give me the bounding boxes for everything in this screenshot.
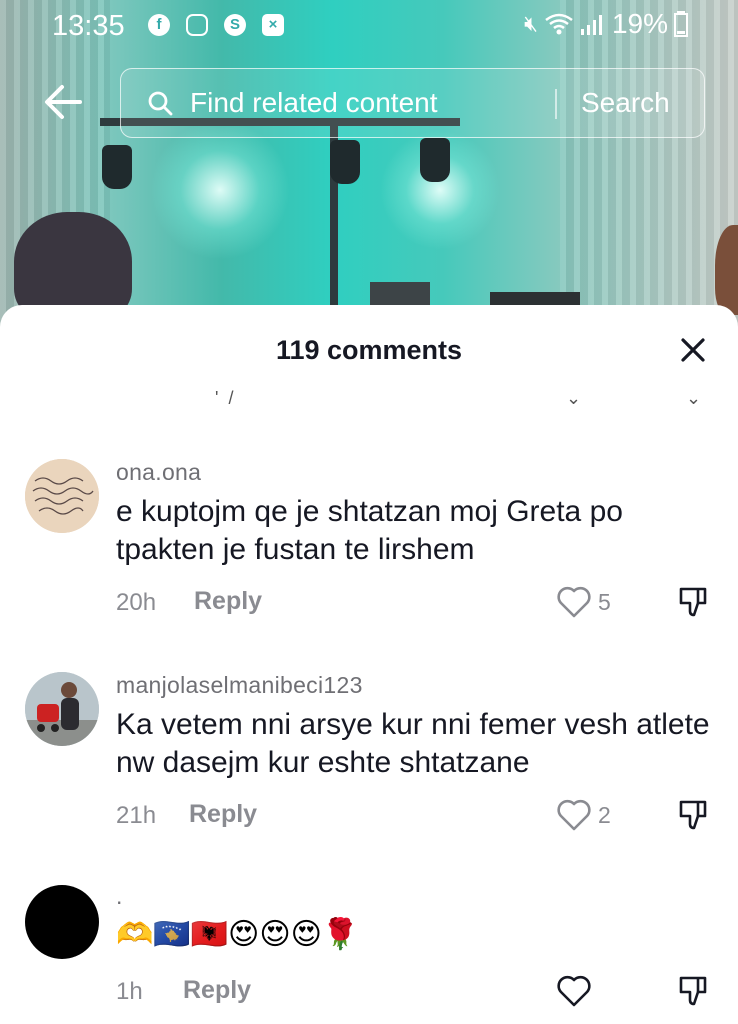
comment-username[interactable]: . (116, 883, 123, 910)
reply-button[interactable]: Reply (194, 587, 262, 616)
comment-time: 21h (116, 802, 157, 829)
comment-username[interactable]: ona.ona (116, 459, 201, 486)
stage-spotlight (420, 138, 450, 182)
facebook-icon: f (148, 14, 170, 36)
stage-spotlight (102, 145, 132, 189)
search-input[interactable]: Find related content (190, 87, 438, 119)
like-heart-icon[interactable] (556, 974, 592, 1008)
search-bar[interactable]: Find related content Search (120, 68, 705, 138)
comment-item: manjolaselmanibeci123 Ka vetem nni arsye… (0, 668, 738, 848)
search-button[interactable]: Search (581, 87, 670, 119)
scrolled-content-fragment: ' / (215, 388, 234, 408)
guest-figure (715, 225, 738, 315)
scrolled-chevron-icon: ⌄ (566, 388, 582, 408)
reply-button[interactable]: Reply (189, 800, 257, 829)
like-heart-icon[interactable] (556, 585, 592, 619)
avatar[interactable] (25, 885, 99, 959)
comment-item: . 🫶🇽🇰🇦🇱😍😍😍🌹 1h Reply (0, 883, 738, 1023)
stage-light-glow (150, 120, 290, 260)
close-icon (681, 338, 705, 362)
status-right-group: 🔇︎ 19% (524, 8, 688, 40)
instagram-icon (186, 14, 208, 36)
comments-count-title: 119 comments (275, 335, 463, 365)
status-bar: 13:35 f S × 🔇︎ 19% (0, 0, 738, 52)
like-heart-icon[interactable] (556, 798, 592, 832)
wifi-icon (545, 13, 573, 35)
like-count: 2 (598, 802, 611, 828)
comment-time: 1h (116, 978, 143, 1005)
back-button[interactable] (40, 78, 88, 126)
avatar[interactable] (25, 672, 99, 746)
signal-icon (580, 15, 602, 35)
woman-stroller-avatar-image (25, 672, 99, 746)
back-arrow-icon (45, 85, 82, 119)
handwriting-avatar-image (25, 459, 99, 533)
app-x-icon: × (262, 14, 284, 36)
app-s-icon: S (224, 14, 246, 36)
comment-item: ona.ona e kuptojm qe je shtatzan moj Gre… (0, 455, 738, 635)
stage-spotlight (330, 140, 360, 184)
search-icon (148, 91, 173, 116)
dislike-icon[interactable] (676, 585, 710, 619)
dislike-icon[interactable] (676, 974, 710, 1008)
dislike-icon[interactable] (676, 798, 710, 832)
battery-percent: 19% (611, 8, 668, 39)
comment-text: Ka vetem nni arsye kur nni femer vesh at… (116, 708, 710, 779)
stage-equipment (370, 282, 430, 307)
comment-emoji-text: 🫶🇽🇰🇦🇱😍😍😍🌹 (116, 917, 360, 952)
comments-sheet: 119 comments ' / ⌄ ⌄ ona.ona e kuptojm q… (0, 305, 738, 1024)
mute-icon: 🔇︎ (524, 11, 538, 36)
status-time: 13:35 (52, 10, 125, 42)
battery-icon (674, 11, 688, 37)
search-divider (555, 89, 557, 119)
comment-time: 20h (116, 589, 157, 616)
comment-username[interactable]: manjolaselmanibeci123 (116, 672, 363, 699)
scrolled-chevron-icon: ⌄ (686, 388, 702, 408)
close-button[interactable] (676, 333, 710, 367)
avatar[interactable] (25, 459, 99, 533)
reply-button[interactable]: Reply (183, 976, 251, 1005)
comment-text: e kuptojm qe je shtatzan moj Greta po tp… (116, 495, 623, 566)
like-count: 5 (598, 589, 611, 615)
